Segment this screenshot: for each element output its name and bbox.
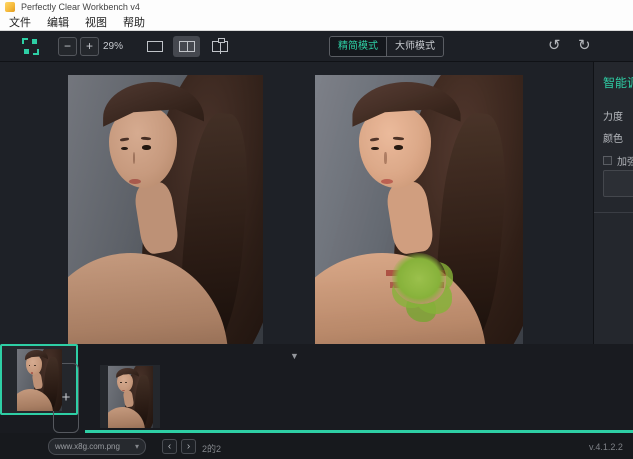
chevron-down-icon: ▾ [135, 442, 139, 451]
redo-icon[interactable]: ↻ [578, 35, 591, 57]
version-label: v.4.1.2.2 [589, 442, 623, 452]
filename-label: www.x8g.com.png [55, 442, 135, 451]
next-image-button[interactable]: › [181, 439, 196, 454]
mode-tabs: 精简模式 大师模式 [329, 36, 444, 57]
tab-simple-mode[interactable]: 精简模式 [330, 37, 387, 56]
filmstrip: + ▼ [0, 344, 633, 433]
single-view-icon [147, 41, 163, 52]
toolbar: − + 29% 精简模式 大师模式 ↺ ↻ [0, 31, 633, 62]
before-image[interactable] [68, 75, 263, 344]
app-icon [5, 2, 15, 12]
zoom-in-button[interactable]: + [80, 37, 99, 56]
thumbnail-1[interactable] [100, 365, 160, 428]
view-single-button[interactable] [141, 36, 168, 57]
status-bar: www.x8g.com.png ▾ ‹ › 2的2 v.4.1.2.2 [0, 433, 633, 459]
after-image[interactable] [315, 75, 523, 344]
side-by-side-view-icon [179, 41, 195, 52]
filename-dropdown[interactable]: www.x8g.com.png ▾ [48, 438, 146, 455]
menu-bar: 文件 编辑 视图 帮助 [0, 14, 633, 31]
menu-edit[interactable]: 编辑 [40, 14, 76, 30]
panel-dropdown[interactable] [603, 170, 633, 197]
tab-master-mode[interactable]: 大师模式 [387, 37, 443, 56]
image-count: 2的2 [202, 442, 221, 455]
window-title: Perfectly Clear Workbench v4 [21, 2, 140, 12]
preview-canvas [0, 62, 593, 344]
enhance-label: 加强 [617, 153, 633, 168]
title-bar: Perfectly Clear Workbench v4 [0, 0, 633, 14]
strength-label: 力度 [603, 108, 623, 123]
zoom-out-button[interactable]: − [58, 37, 77, 56]
prev-image-button[interactable]: ‹ [162, 439, 177, 454]
color-label: 颜色 [603, 130, 623, 145]
zoom-level: 29% [103, 41, 123, 52]
menu-file[interactable]: 文件 [2, 14, 38, 30]
undo-icon[interactable]: ↺ [548, 35, 561, 57]
view-split-button[interactable] [206, 36, 233, 57]
split-view-icon [212, 41, 228, 52]
panel-title: 智能调整 [603, 74, 633, 91]
view-side-by-side-button[interactable] [173, 36, 200, 57]
enhance-checkbox[interactable] [603, 156, 612, 165]
app-window: Perfectly Clear Workbench v4 文件 编辑 视图 帮助… [0, 0, 633, 459]
enhance-check-row: 加强 [603, 153, 633, 168]
fit-to-screen-icon[interactable] [22, 38, 39, 55]
menu-help[interactable]: 帮助 [116, 14, 152, 30]
menu-view[interactable]: 视图 [78, 14, 114, 30]
watermark-splash [392, 253, 446, 304]
selection-marker-icon: ▼ [290, 352, 299, 360]
panel-divider [594, 212, 633, 213]
